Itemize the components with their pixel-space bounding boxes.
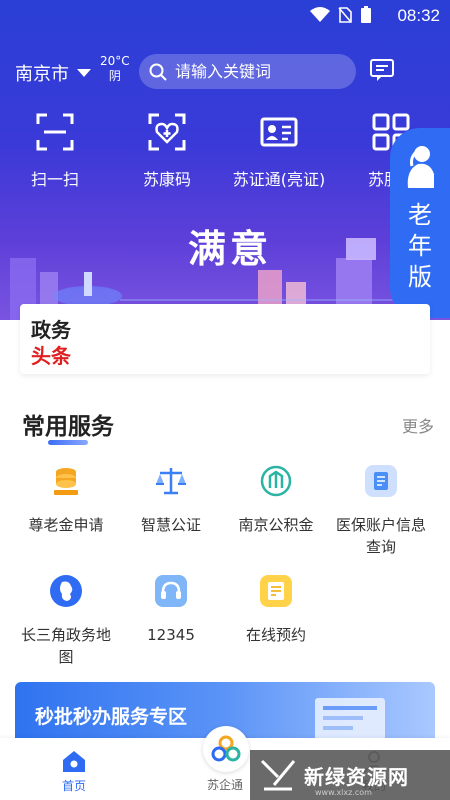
- watermark-url: www.xlxz.com: [315, 788, 372, 797]
- news-title-line2: 头条: [31, 344, 71, 368]
- wifi-icon: [310, 7, 330, 22]
- home-icon: [63, 751, 85, 772]
- caret-down-icon: [77, 69, 91, 77]
- section-title: 常用服务: [22, 414, 114, 440]
- service-item-hotline[interactable]: 12345: [115, 574, 227, 646]
- id-card-icon: [260, 117, 298, 147]
- more-link[interactable]: 更多: [402, 413, 434, 437]
- tab-label: 苏企通: [206, 778, 243, 792]
- enterprise-center-button[interactable]: [203, 726, 249, 772]
- quick-action-label: 苏康码: [142, 170, 191, 189]
- hero-slogan: 满意: [188, 226, 273, 271]
- city-label: 南京市: [15, 64, 69, 85]
- no-sim-icon: [338, 7, 352, 23]
- news-title-line1: 政务: [31, 318, 71, 342]
- weather-widget: 20°C 阴: [100, 54, 130, 84]
- search-icon: [149, 63, 167, 81]
- section-title-underline: [48, 440, 88, 445]
- quick-action-label: 扫一扫: [30, 170, 79, 189]
- service-item-medical-insurance[interactable]: 医保账户信息查询: [325, 464, 437, 558]
- service-item-online-booking[interactable]: 在线预约: [220, 574, 332, 646]
- elder-mode-char: 老: [408, 201, 432, 229]
- quick-action-scan[interactable]: 扫一扫: [0, 112, 110, 190]
- search-input[interactable]: [175, 62, 345, 81]
- fund-icon: [260, 465, 292, 497]
- watermark-text: 新绿资源网: [304, 764, 409, 789]
- service-label: 智慧公证: [140, 516, 201, 534]
- service-item-housing-fund[interactable]: 南京公积金: [220, 464, 332, 536]
- enterprise-logo-icon: [211, 735, 241, 762]
- battery-icon: [361, 6, 371, 23]
- elder-mode-button[interactable]: 老 年 版: [390, 128, 450, 318]
- elderly-person-icon: [407, 146, 434, 188]
- scales-icon: [156, 468, 186, 495]
- status-bar: 08:32: [0, 0, 450, 32]
- search-bar[interactable]: [139, 54, 356, 89]
- weather-temp: 20°C: [100, 54, 130, 68]
- message-icon[interactable]: [369, 58, 395, 82]
- elder-mode-char: 版: [408, 263, 432, 291]
- map-icon: [50, 575, 82, 607]
- quick-action-id-card[interactable]: 苏证通(亮证): [224, 112, 334, 190]
- calendar-icon: [260, 575, 292, 607]
- service-item-notary[interactable]: 智慧公证: [115, 464, 227, 536]
- service-item-senior-allowance[interactable]: 尊老金申请: [10, 464, 122, 536]
- health-code-icon: [148, 113, 186, 151]
- news-card[interactable]: 政务 头条: [20, 304, 430, 374]
- scan-icon: [36, 113, 74, 151]
- hotline-icon: [155, 575, 187, 607]
- service-item-yangtze-map[interactable]: 长三角政务地图: [10, 574, 122, 668]
- coins-icon: [54, 468, 78, 495]
- status-time: 08:32: [397, 6, 440, 25]
- service-label: 在线预约: [245, 626, 306, 644]
- document-icon: [365, 465, 397, 497]
- banner-title: 秒批秒办服务专区: [35, 706, 188, 728]
- service-label: 南京公积金: [238, 516, 314, 534]
- weather-desc: 阴: [108, 69, 121, 83]
- city-selector[interactable]: 南京市: [15, 60, 91, 86]
- quick-actions: 扫一扫 苏康码 苏证通(亮证) 苏服: [0, 112, 450, 192]
- service-label: 尊老金申请: [28, 516, 104, 534]
- elder-mode-char: 年: [408, 232, 432, 260]
- quick-action-health-code[interactable]: 苏康码: [112, 112, 222, 190]
- service-label: 医保账户信息查询: [335, 516, 426, 556]
- tab-label: 首页: [61, 779, 86, 793]
- watermark-logo-icon: [260, 759, 296, 791]
- service-label: 长三角政务地图: [20, 626, 111, 666]
- top-header: 南京市 20°C 阴: [0, 52, 450, 92]
- service-label: 12345: [147, 626, 195, 644]
- quick-action-label: 苏证通(亮证): [232, 170, 326, 189]
- tab-enterprise[interactable]: 苏企通: [195, 776, 255, 793]
- tab-home[interactable]: 首页: [44, 748, 104, 794]
